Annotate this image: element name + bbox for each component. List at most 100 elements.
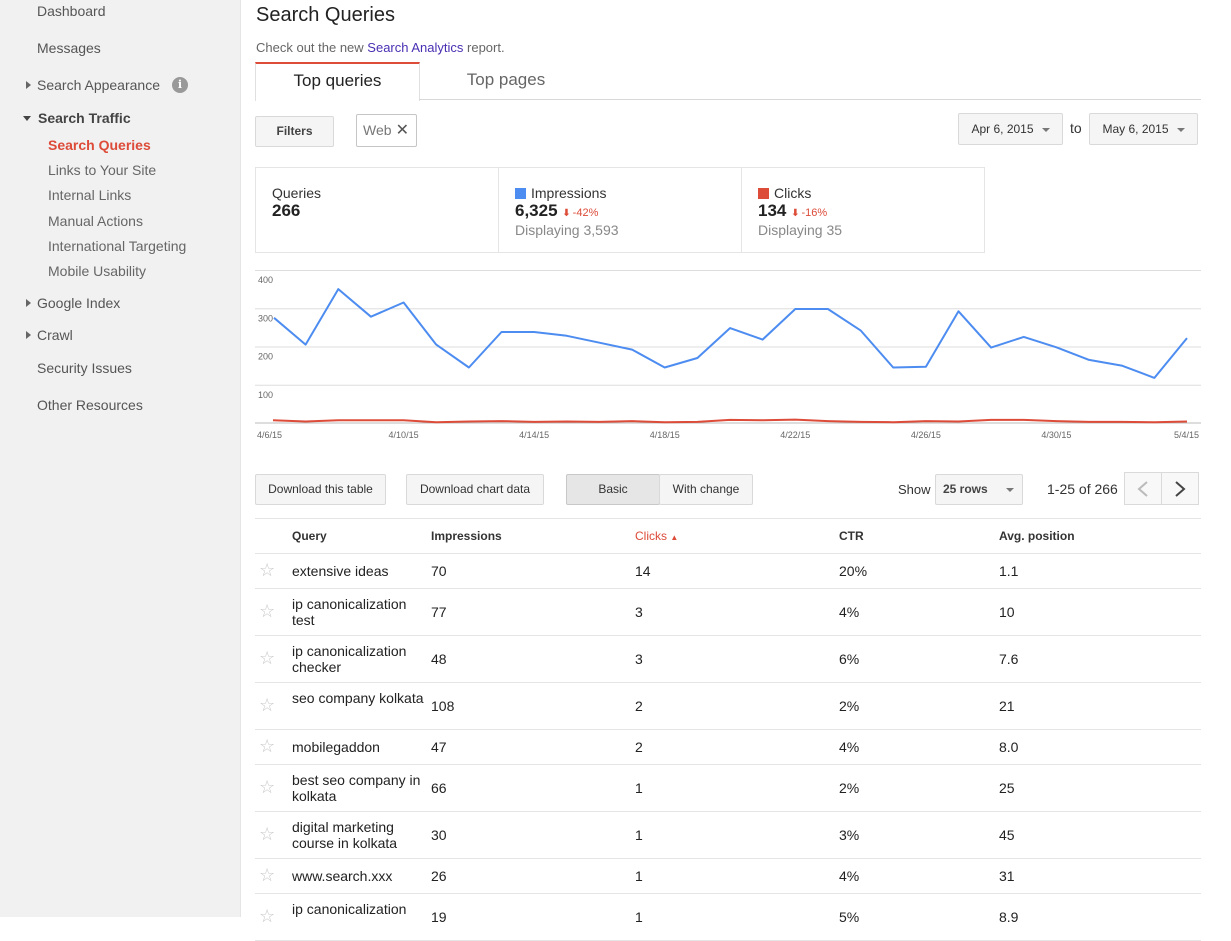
y-tick-label: 400	[258, 275, 273, 285]
sidebar-subitem-links-to-your-site[interactable]: Links to Your Site	[48, 162, 156, 178]
line-chart[interactable]: 100 200 300 400 4/6/15 4/10/15 4/14/15 4/18/15…	[255, 265, 1201, 445]
web-chip-label: Web	[363, 122, 392, 138]
table-row[interactable]: ☆ best seo company in kolkata 66 1 2% 25	[255, 765, 1201, 812]
search-analytics-link[interactable]: Search Analytics	[367, 40, 463, 55]
sidebar-item-search-appearance[interactable]: Search Appearance	[37, 77, 160, 93]
table-row[interactable]: ☆ ip canonicalization test 77 3 4% 10	[255, 589, 1201, 636]
date-to-select[interactable]: May 6, 2015	[1089, 113, 1198, 145]
info-icon[interactable]: i	[172, 77, 188, 93]
cell-impressions: 47	[431, 738, 447, 755]
column-header-avg-position[interactable]: Avg. position	[999, 529, 1075, 543]
summary-clicks[interactable]: Clicks 134 ⬇ -16% Displaying 35	[742, 168, 985, 252]
cell-impressions: 77	[431, 603, 447, 620]
table-row[interactable]: ☆ ip canonicalization checker 48 3 6% 7.6	[255, 636, 1201, 683]
column-header-query[interactable]: Query	[292, 529, 327, 543]
chart-y-axis: 100 200 300 400	[258, 275, 273, 400]
tab-top-pages[interactable]: Top pages	[420, 62, 592, 99]
clicks-value: 134	[758, 201, 787, 220]
sidebar-item-search-traffic[interactable]: Search Traffic	[38, 110, 131, 126]
cell-impressions: 70	[431, 562, 447, 579]
summary-queries[interactable]: Queries 266	[256, 168, 499, 252]
impressions-value: 6,325	[515, 201, 558, 220]
cell-impressions: 66	[431, 779, 447, 796]
queries-value: 266	[272, 201, 301, 220]
cell-impressions: 30	[431, 826, 447, 843]
expand-arrow-icon[interactable]	[26, 299, 31, 307]
close-icon[interactable]: ✕	[396, 115, 409, 146]
table-row[interactable]: ☆ digital marketing course in kolkata 30 1 3…	[255, 812, 1201, 859]
table-row[interactable]: ☆ mobilegaddon 47 2 4% 8.0	[255, 730, 1201, 765]
star-icon[interactable]: ☆	[259, 601, 275, 622]
cell-avg-position: 25	[999, 779, 1015, 796]
chevron-left-icon	[1137, 481, 1148, 497]
table-row[interactable]: ☆ seo company kolkata 108 2 2% 21	[255, 683, 1201, 730]
star-icon[interactable]: ☆	[259, 824, 275, 845]
star-icon[interactable]: ☆	[259, 906, 275, 927]
filters-button[interactable]: Filters	[255, 116, 334, 147]
cell-clicks: 2	[635, 738, 643, 755]
cell-clicks: 1	[635, 779, 643, 796]
table-row[interactable]: ☆ www.search.xxx 26 1 4% 31	[255, 859, 1201, 894]
cell-ctr: 2%	[839, 697, 860, 714]
star-icon[interactable]: ☆	[259, 865, 275, 886]
sidebar-item-dashboard[interactable]: Dashboard	[37, 3, 106, 19]
cell-avg-position: 7.6	[999, 650, 1019, 667]
collapse-arrow-icon[interactable]	[23, 116, 31, 121]
series-line-clicks	[272, 418, 1188, 424]
cell-query[interactable]: seo company kolkata	[292, 690, 426, 706]
sidebar-item-crawl[interactable]: Crawl	[37, 327, 73, 343]
table-row[interactable]: ☆ ip canonicalization 19 1 5% 8.9	[255, 894, 1201, 941]
chevron-down-icon	[1041, 127, 1050, 132]
sidebar-subitem-manual-actions[interactable]: Manual Actions	[48, 213, 143, 229]
expand-arrow-icon[interactable]	[26, 81, 31, 89]
tab-top-queries[interactable]: Top queries	[255, 62, 420, 101]
date-from-select[interactable]: Apr 6, 2015	[958, 113, 1063, 145]
previous-page-button[interactable]	[1124, 472, 1162, 505]
download-table-button[interactable]: Download this table	[255, 474, 386, 505]
date-to-value: May 6, 2015	[1102, 122, 1169, 136]
cell-query[interactable]: digital marketing course in kolkata	[292, 819, 426, 851]
sidebar-subitem-internal-links[interactable]: Internal Links	[48, 187, 131, 203]
cell-clicks: 2	[635, 697, 643, 714]
cell-avg-position: 21	[999, 697, 1015, 714]
cell-query[interactable]: extensive ideas	[292, 563, 426, 579]
column-header-impressions[interactable]: Impressions	[431, 529, 502, 543]
star-icon[interactable]: ☆	[259, 560, 275, 581]
sidebar-subitem-mobile-usability[interactable]: Mobile Usability	[48, 263, 146, 279]
cell-query[interactable]: ip canonicalization test	[292, 596, 426, 628]
cell-impressions: 26	[431, 867, 447, 884]
sidebar-item-other-resources[interactable]: Other Resources	[37, 397, 143, 413]
star-icon[interactable]: ☆	[259, 777, 275, 798]
web-filter-chip[interactable]: Web ✕	[356, 114, 417, 147]
cell-query[interactable]: www.search.xxx	[292, 868, 426, 884]
clicks-swatch	[758, 188, 769, 199]
date-to-label: to	[1070, 120, 1082, 136]
cell-query[interactable]: ip canonicalization	[292, 901, 426, 917]
next-page-button[interactable]	[1161, 472, 1199, 505]
chevron-down-icon	[1005, 487, 1014, 492]
cell-query[interactable]: best seo company in kolkata	[292, 772, 426, 804]
sidebar-item-security-issues[interactable]: Security Issues	[37, 360, 132, 376]
expand-arrow-icon[interactable]	[26, 331, 31, 339]
table-header-row: Query Impressions Clicks ▲ CTR Avg. posi…	[255, 518, 1201, 554]
impressions-swatch	[515, 188, 526, 199]
cell-ctr: 2%	[839, 779, 860, 796]
cell-query[interactable]: mobilegaddon	[292, 739, 426, 755]
column-header-clicks[interactable]: Clicks ▲	[635, 529, 678, 543]
with-change-toggle-button[interactable]: With change	[659, 474, 753, 505]
rows-per-page-select[interactable]: 25 rows	[935, 474, 1023, 505]
sidebar-item-messages[interactable]: Messages	[37, 40, 101, 56]
basic-toggle-button[interactable]: Basic	[566, 474, 660, 505]
star-icon[interactable]: ☆	[259, 736, 275, 757]
summary-impressions[interactable]: Impressions 6,325 ⬇ -42% Displaying 3,593	[499, 168, 742, 252]
star-icon[interactable]: ☆	[259, 695, 275, 716]
star-icon[interactable]: ☆	[259, 648, 275, 669]
sidebar-subitem-search-queries[interactable]: Search Queries	[48, 137, 151, 153]
column-header-ctr[interactable]: CTR	[839, 529, 864, 543]
sidebar-item-google-index[interactable]: Google Index	[37, 295, 120, 311]
sidebar-subitem-international-targeting[interactable]: International Targeting	[48, 238, 186, 254]
download-chart-data-button[interactable]: Download chart data	[406, 474, 544, 505]
cell-query[interactable]: ip canonicalization checker	[292, 643, 426, 675]
y-tick-label: 300	[258, 313, 273, 323]
table-row[interactable]: ☆ extensive ideas 70 14 20% 1.1	[255, 554, 1201, 589]
